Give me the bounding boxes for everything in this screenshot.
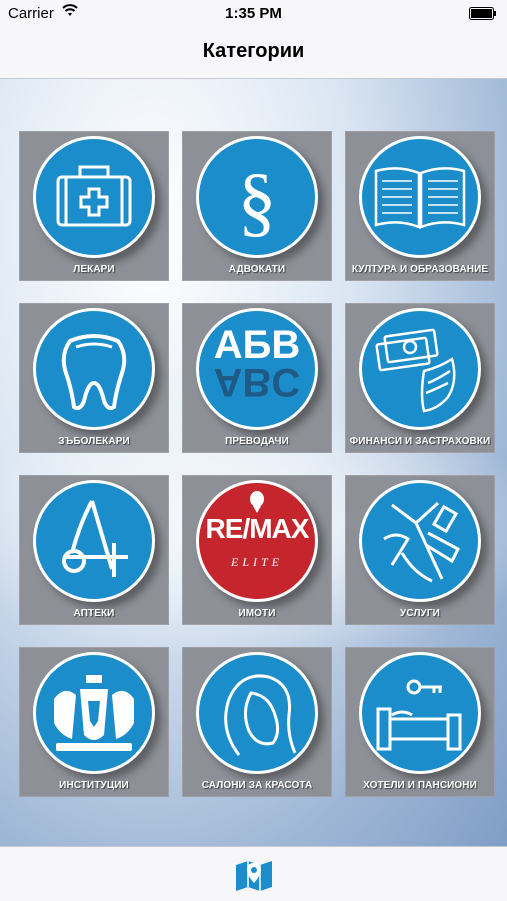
bed-key-icon <box>359 652 481 774</box>
category-tile-real-estate[interactable]: RE/MAX ELITE ИМОТИ <box>182 475 332 625</box>
category-tile-pharmacies[interactable]: АПТЕКИ <box>19 475 169 625</box>
category-label: ИМОТИ <box>238 608 276 619</box>
category-tile-culture-education[interactable]: КУЛТУРА И ОБРАЗОВАНИЕ <box>345 131 495 281</box>
translation-icon: АБВ ABC <box>196 308 318 430</box>
category-grid: ЛЕКАРИ § АДВОКАТИ КУЛТУРА И ОБРАЗОВАНИЕ … <box>19 131 495 797</box>
money-shield-icon <box>359 308 481 430</box>
category-label: ИНСТИТУЦИИ <box>59 780 129 791</box>
category-label: ЗЪБОЛЕКАРИ <box>58 436 130 447</box>
category-label: АДВОКАТИ <box>228 264 286 275</box>
coat-of-arms-icon <box>33 652 155 774</box>
status-bar: Carrier 1:35 PM <box>0 0 507 28</box>
woman-profile-icon <box>196 652 318 774</box>
svg-text:§: § <box>238 157 277 244</box>
medical-kit-icon <box>33 136 155 258</box>
category-tile-lawyers[interactable]: § АДВОКАТИ <box>182 131 332 281</box>
categories-content: ЛЕКАРИ § АДВОКАТИ КУЛТУРА И ОБРАЗОВАНИЕ … <box>0 79 507 846</box>
remax-logo-text: RE/MAX <box>205 513 310 544</box>
page-title: Категории <box>202 40 305 62</box>
category-label: ФИНАНСИ И ЗАСТРАХОВКИ <box>349 436 491 447</box>
category-label: АПТЕКИ <box>73 608 115 619</box>
category-tile-beauty-salons[interactable]: САЛОНИ ЗА КРАСОТА <box>182 647 332 797</box>
logo-text-latin: ABC <box>213 360 301 404</box>
book-icon <box>359 136 481 258</box>
category-tile-finance-insurance[interactable]: ФИНАНСИ И ЗАСТРАХОВКИ <box>345 303 495 453</box>
category-tile-services[interactable]: УСЛУГИ <box>345 475 495 625</box>
remax-logo-icon: RE/MAX ELITE <box>196 480 318 602</box>
category-label: ПРЕВОДАЧИ <box>225 436 289 447</box>
category-tile-dentists[interactable]: ЗЪБОЛЕКАРИ <box>19 303 169 453</box>
battery-icon <box>469 7 497 24</box>
category-tile-doctors[interactable]: ЛЕКАРИ <box>19 131 169 281</box>
navigation-bar: Категории <box>0 28 507 79</box>
category-label: КУЛТУРА И ОБРАЗОВАНИЕ <box>351 264 489 275</box>
category-tile-institutions[interactable]: ИНСТИТУЦИИ <box>19 647 169 797</box>
category-tile-translators[interactable]: АБВ ABC ПРЕВОДАЧИ <box>182 303 332 453</box>
pharmacy-icon <box>33 480 155 602</box>
clock: 1:35 PM <box>225 5 282 22</box>
section-sign-icon: § <box>196 136 318 258</box>
category-label: ХОТЕЛИ И ПАНСИОНИ <box>363 780 477 791</box>
remax-logo-subtitle: ELITE <box>230 555 283 569</box>
category-label: ЛЕКАРИ <box>73 264 115 275</box>
category-tile-hotels[interactable]: ХОТЕЛИ И ПАНСИОНИ <box>345 647 495 797</box>
tab-bar <box>0 846 507 901</box>
tools-icon <box>359 480 481 602</box>
map-pin-icon[interactable] <box>234 857 274 893</box>
category-label: УСЛУГИ <box>400 608 440 619</box>
tooth-icon <box>33 308 155 430</box>
category-label: САЛОНИ ЗА КРАСОТА <box>201 780 313 791</box>
